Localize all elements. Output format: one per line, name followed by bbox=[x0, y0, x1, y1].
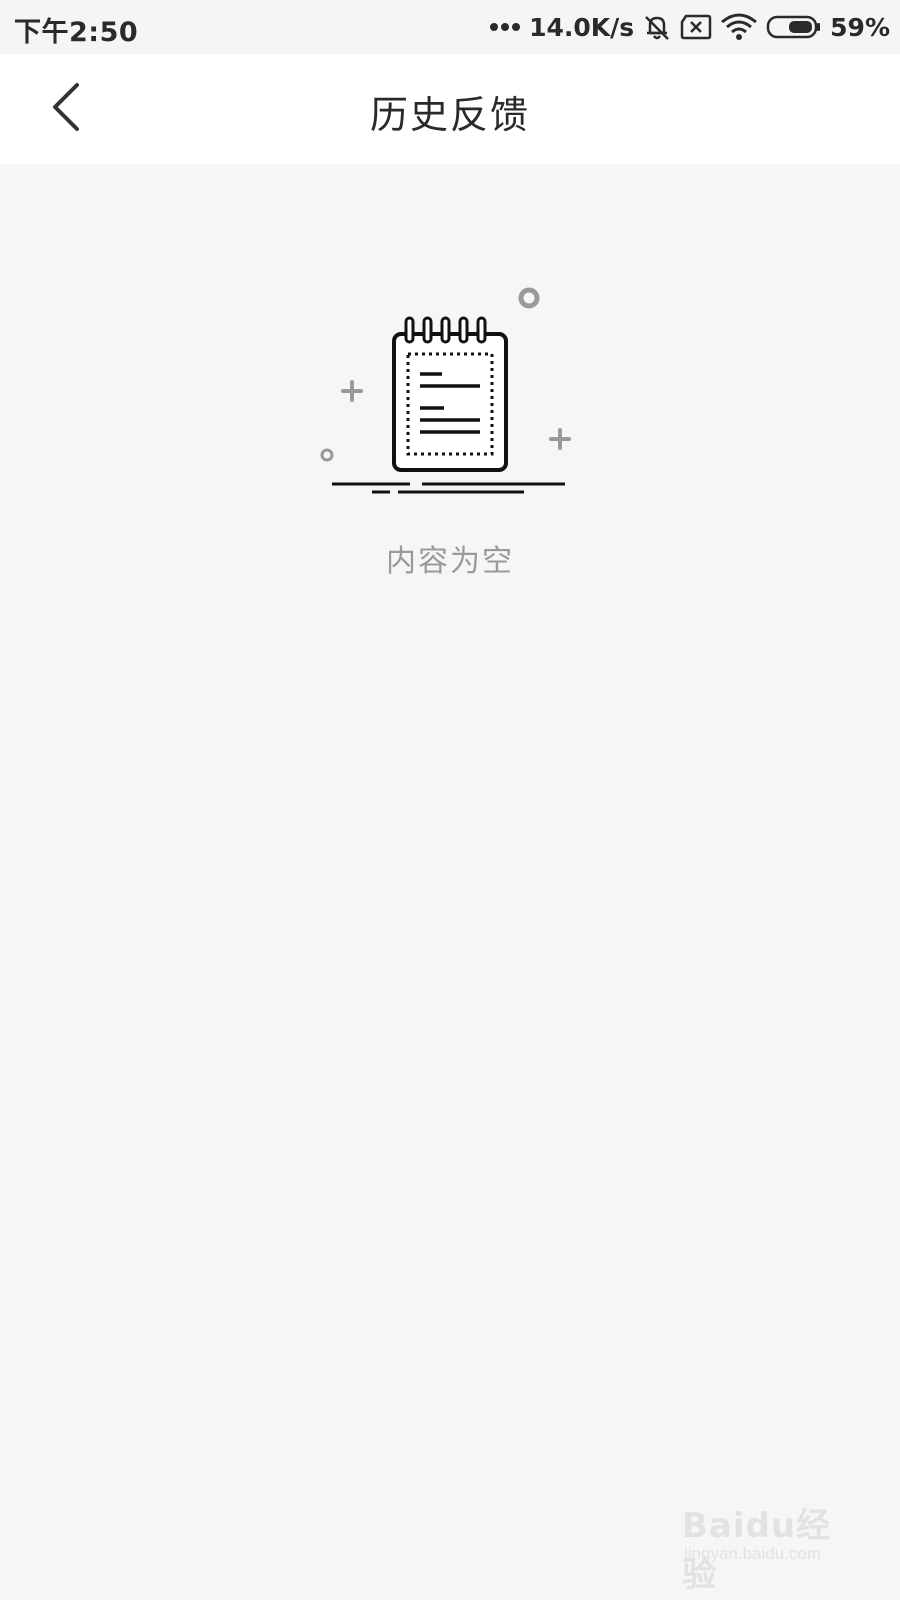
status-time: 下午2:50 bbox=[14, 17, 139, 48]
page-title: 历史反馈 bbox=[369, 93, 530, 137]
status-right: 14.0K/s 59% bbox=[489, 10, 890, 44]
status-bar: 下午2:50 14.0K/s 59% bbox=[0, 0, 900, 54]
empty-state-text: 内容为空 bbox=[386, 544, 514, 579]
notepad-icon bbox=[310, 287, 580, 520]
mute-bell-icon bbox=[642, 12, 672, 42]
battery-icon bbox=[766, 14, 822, 40]
watermark-url: jingyan.baidu.com bbox=[684, 1544, 822, 1563]
sim-x-icon bbox=[680, 14, 712, 40]
status-net-speed: 14.0K/s bbox=[529, 12, 635, 42]
empty-state-illustration bbox=[310, 276, 580, 516]
signal-dots-icon bbox=[489, 22, 521, 32]
header-bar: 历史反馈 bbox=[0, 54, 900, 164]
wifi-icon bbox=[720, 12, 758, 42]
status-battery-percent: 59% bbox=[830, 12, 890, 42]
watermark: Baidu经验 jingyan.baidu.com bbox=[682, 1494, 852, 1595]
